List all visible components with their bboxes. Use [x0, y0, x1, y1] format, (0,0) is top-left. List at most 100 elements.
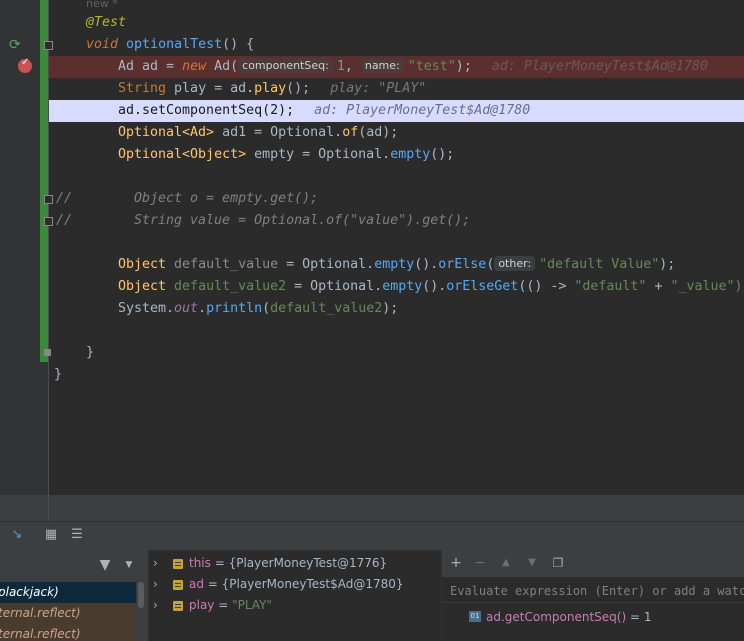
code-line: Object default_value = Optional.empty().…	[0, 254, 744, 276]
settings-list-icon[interactable]: ☰	[68, 526, 86, 544]
code-text: ();	[286, 81, 311, 96]
type-name: Ad	[118, 59, 143, 74]
code-text: () {	[222, 37, 255, 52]
breakpoint-line: Ad ad = new Ad(componentSeq: 1, name: "tes…	[49, 56, 744, 78]
field-ref: out	[174, 301, 199, 316]
type-name: Optional<Ad>	[118, 125, 223, 140]
code-text: ().	[422, 279, 447, 294]
variable-name: empty	[254, 147, 295, 162]
method-call: orElseGet	[446, 279, 519, 294]
watch-item[interactable]: 01 ad.getComponentSeq() = 1	[442, 606, 744, 628]
comment: String value = Optional.of("value").get(…	[134, 213, 471, 228]
chevron-down-icon[interactable]: ▼	[120, 556, 138, 574]
debug-toolbar: ↘ ▦ ☰	[0, 521, 744, 550]
code-editor[interactable]: ⟳ new * @Test void optionalTest() { Ad a…	[0, 0, 744, 495]
code-line: @Test	[0, 12, 744, 34]
filter-icon[interactable]: ▼	[96, 556, 114, 574]
watch-value: 1	[643, 610, 652, 624]
comment-line: // Object o = empty.get();	[0, 188, 744, 210]
method-call: .play	[246, 81, 287, 96]
code-text: +	[646, 279, 671, 294]
comment-line: // String value = Optional.of("value").g…	[0, 210, 744, 232]
code-text: = Optional.	[294, 147, 391, 162]
chevron-right-icon[interactable]: ›	[153, 574, 158, 595]
code-text: = Optional.	[286, 279, 383, 294]
method-name[interactable]: optionalTest	[126, 37, 222, 52]
code-line: Optional<Object> empty = Optional.empty(…	[0, 144, 744, 166]
code-text: =	[158, 59, 183, 74]
watch-expression: ad.getComponentSeq()	[486, 610, 627, 624]
field-icon	[173, 580, 183, 590]
inline-debug-value: ad: PlayerMoneyTest$Ad@1780	[314, 103, 531, 118]
code-text: ();	[430, 147, 455, 162]
field-icon	[173, 601, 183, 611]
frames-panel[interactable]: ▼ ▼ plackjack) ternal.reflect) ternal.re…	[0, 550, 149, 641]
method-call: orElse	[438, 257, 487, 272]
code-text: ad.setComponentSeq(2);	[118, 103, 295, 118]
step-into-icon[interactable]: ↘	[8, 526, 26, 544]
frame-label: ternal.reflect)	[0, 627, 81, 641]
variable-value: "PLAY"	[232, 598, 272, 612]
type-name: Optional<Object>	[118, 147, 255, 162]
variable-row[interactable]: › this = {PlayerMoneyTest@1776}	[149, 553, 441, 574]
string-literal: "default Value"	[539, 257, 660, 272]
frames-scrollbar[interactable]	[138, 582, 144, 608]
variable-name: default_value	[174, 257, 279, 272]
variable-name: ad	[142, 59, 159, 74]
variable-ref: ad	[366, 125, 383, 140]
watches-panel[interactable]: + − ▲ ▼ ❐ Evaluate expression (Enter) or…	[442, 550, 744, 641]
editor-horizontal-scrollbar[interactable]	[0, 495, 744, 521]
code-line: Object default_value2 = Optional.empty()…	[0, 276, 744, 298]
frame-item[interactable]: ternal.reflect)	[0, 624, 136, 641]
variable-name: default_value2	[174, 279, 287, 294]
variable-ref: default_value2	[270, 301, 383, 316]
variable-equals: =	[214, 598, 233, 612]
variable-equals: =	[203, 577, 222, 591]
variable-row[interactable]: › play = "PLAY"	[149, 595, 441, 616]
inline-debug-value: ad: PlayerMoneyTest$Ad@1780	[491, 59, 708, 74]
arrow-up-icon[interactable]: ▲	[498, 554, 514, 572]
code-line: System.out.println(default_value2);	[0, 298, 744, 320]
variable-row[interactable]: › ad = {PlayerMoneyTest$Ad@1780}	[149, 574, 441, 595]
variable-value: {PlayerMoneyTest$Ad@1780}	[221, 577, 404, 591]
minus-icon[interactable]: −	[472, 554, 488, 572]
inline-debug-value: play: "PLAY"	[330, 81, 427, 96]
method-call: empty	[390, 147, 431, 162]
duplicate-icon[interactable]: ❐	[550, 554, 566, 572]
gutter-separator	[48, 495, 49, 521]
code-line: void optionalTest() {	[0, 34, 744, 56]
variables-panel[interactable]: › this = {PlayerMoneyTest@1776} › ad = {…	[149, 550, 442, 641]
chevron-right-icon[interactable]: ›	[153, 553, 158, 574]
code-line: }	[0, 342, 744, 364]
string-literal: "_value")	[670, 279, 743, 294]
variable-value: {PlayerMoneyTest@1776}	[228, 556, 388, 570]
code-text: System.	[118, 301, 175, 316]
type-name: String	[118, 81, 175, 96]
code-text: ,	[344, 59, 361, 74]
code-text: =	[206, 81, 231, 96]
method-call: empty	[374, 257, 415, 272]
code-text: (	[262, 301, 271, 316]
frame-item[interactable]: plackjack)	[0, 582, 136, 603]
frame-label: plackjack)	[0, 585, 59, 599]
code-text: Ad(	[206, 59, 239, 74]
code-text: = Optional.	[278, 257, 375, 272]
variable-name: play	[189, 598, 215, 612]
closing-brace: }	[86, 345, 95, 360]
watch-equals: =	[626, 610, 644, 624]
watch-result-icon: 01	[469, 611, 481, 622]
code-text: );	[659, 257, 676, 272]
evaluate-expression-input[interactable]: Evaluate expression (Enter) or add a wat…	[442, 579, 744, 603]
code-text: = Optional.	[246, 125, 343, 140]
comment: Object o = empty.get();	[134, 191, 319, 206]
arrow-down-icon[interactable]: ▼	[524, 554, 540, 572]
variable-ref: ad	[230, 81, 247, 96]
parameter-hint: other:	[494, 256, 536, 271]
table-view-icon[interactable]: ▦	[42, 526, 60, 544]
variable-name: this	[189, 556, 211, 570]
chevron-right-icon[interactable]: ›	[153, 595, 158, 616]
plus-icon[interactable]: +	[448, 554, 464, 572]
frames-header: ▼ ▼	[0, 550, 148, 582]
code-text: .	[198, 301, 207, 316]
frame-item[interactable]: ternal.reflect)	[0, 603, 136, 624]
